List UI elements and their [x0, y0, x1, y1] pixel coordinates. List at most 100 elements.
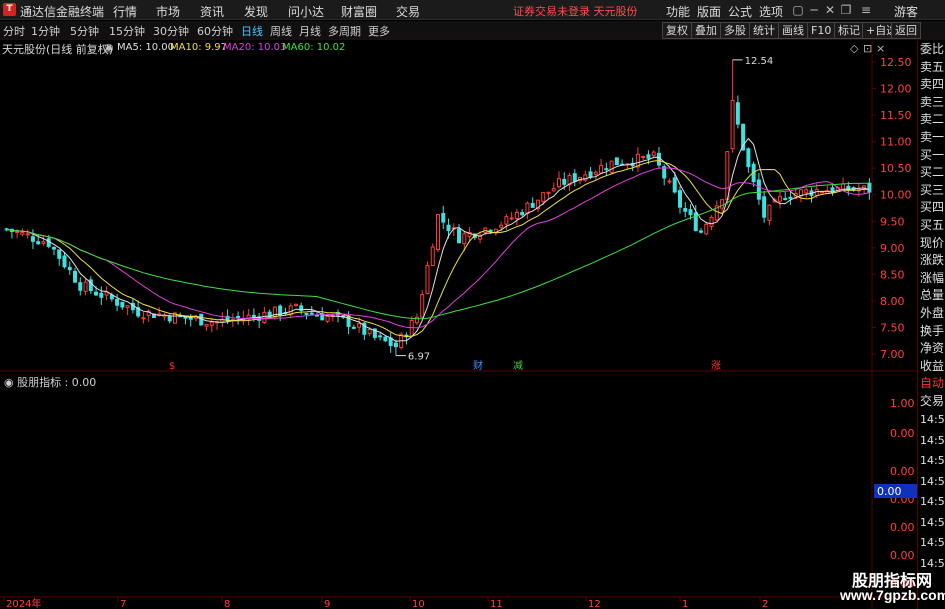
expand-icon[interactable]: ⊡: [863, 42, 872, 55]
candle-body: [204, 323, 209, 327]
app-logo-icon: T: [3, 3, 16, 16]
menu-shichang[interactable]: 市场: [156, 3, 180, 20]
date-tick-label: 9: [324, 599, 330, 609]
date-tick-label: 8: [224, 599, 230, 609]
menu-banmian[interactable]: 版面: [697, 3, 721, 20]
candle-body: [556, 178, 561, 188]
event-marker: 涨: [711, 360, 721, 372]
quote-item: 外盘: [920, 305, 945, 320]
indicator-tick-label: 0.00: [890, 427, 915, 440]
indicator-value: 股朋指标 : 0.00: [17, 376, 97, 389]
auto-label[interactable]: 自动: [918, 375, 945, 393]
diamond-icon[interactable]: ◇: [850, 42, 858, 55]
candle-body: [709, 216, 714, 227]
event-marker: 财: [473, 359, 483, 372]
guest-label[interactable]: 游客: [894, 3, 918, 20]
fuquan-button[interactable]: 复权: [662, 22, 692, 39]
period-more[interactable]: 更多: [368, 23, 390, 39]
indicator-tick-label: 1.00: [890, 397, 915, 410]
period-fenshi[interactable]: 分时: [3, 23, 25, 39]
candle-body: [125, 305, 130, 308]
draw-line-button[interactable]: 画线: [778, 22, 808, 39]
candle-body: [777, 196, 782, 202]
chart-axes: 12.5012.0011.5011.0010.5010.009.509.008.…: [3, 56, 918, 609]
f10-button[interactable]: F10: [807, 22, 836, 39]
period-60min[interactable]: 60分钟: [197, 23, 233, 39]
back-button[interactable]: 返回: [891, 22, 921, 39]
bell-icon[interactable]: ▢: [790, 2, 806, 18]
menu-faxian[interactable]: 发现: [244, 3, 268, 20]
menu-icon[interactable]: ≡: [858, 2, 874, 18]
candle-body: [51, 246, 56, 250]
candle-body: [436, 214, 440, 251]
candle-body: [309, 312, 314, 315]
candle-body: [115, 299, 120, 306]
candle-body: [425, 264, 430, 295]
period-day[interactable]: 日线: [241, 23, 263, 39]
tick-time: 14:56: [920, 536, 945, 550]
candle-body: [378, 335, 383, 338]
menu-hangqing[interactable]: 行情: [113, 3, 137, 20]
ma5-label: MA5: 10.00: [117, 42, 175, 53]
menu-xuanxiang[interactable]: 选项: [759, 3, 783, 20]
menu-gongshi[interactable]: 公式: [728, 3, 752, 20]
ma60-label: MA60: 10.02: [282, 42, 346, 53]
price-tick-label: 9.50: [880, 215, 905, 228]
candle-body: [762, 196, 767, 218]
price-tick-label: 8.50: [880, 268, 905, 281]
candle-body: [120, 301, 125, 308]
menu-jiaoyi[interactable]: 交易: [396, 3, 420, 20]
low-price-label: 6.97: [408, 352, 430, 363]
candle-body: [430, 246, 435, 266]
candle-body: [746, 148, 751, 168]
period-5min[interactable]: 5分钟: [70, 23, 99, 39]
candle-body: [393, 342, 398, 348]
period-30min[interactable]: 30分钟: [153, 23, 189, 39]
minimize-icon[interactable]: ─: [806, 2, 822, 18]
settings-icon[interactable]: ◉: [4, 376, 17, 389]
quote-item: 净资: [920, 341, 945, 356]
candle-body: [499, 224, 504, 228]
quote-item: 买四: [920, 200, 945, 215]
multi-stock-button[interactable]: 多股: [720, 22, 750, 39]
candle-body: [735, 102, 740, 125]
period-15min[interactable]: 15分钟: [109, 23, 145, 39]
trade-label[interactable]: 交易: [918, 393, 945, 411]
candle-body: [730, 99, 735, 150]
period-1min[interactable]: 1分钟: [31, 23, 60, 39]
candle-body: [30, 236, 35, 242]
tick-time: 14:56: [920, 515, 945, 529]
close-icon[interactable]: ✕: [822, 2, 838, 18]
restore-icon[interactable]: ❐: [838, 2, 854, 18]
menu-caifuquan[interactable]: 财富圈: [341, 3, 377, 20]
candle-body: [562, 178, 567, 185]
period-multi[interactable]: 多周期: [328, 23, 361, 39]
candle-body: [62, 255, 67, 268]
date-tick-label: 2: [762, 599, 768, 609]
event-marker: $: [169, 361, 175, 372]
candle-body: [546, 191, 551, 194]
mark-button[interactable]: 标记: [834, 22, 864, 39]
indicator-title: ◉ 股朋指标 : 0.00: [4, 374, 96, 390]
candle-body: [646, 154, 651, 159]
stats-button[interactable]: 统计: [749, 22, 779, 39]
period-week[interactable]: 周线: [270, 23, 292, 39]
menu-wenxiaoda[interactable]: 问小达: [288, 3, 324, 20]
candle-body: [514, 211, 519, 219]
chart-grid: [0, 40, 917, 609]
menu-zixun[interactable]: 资讯: [200, 3, 224, 20]
candle-body: [783, 198, 788, 201]
menu-gongneng[interactable]: 功能: [666, 3, 690, 20]
price-tick-label: 11.50: [880, 109, 912, 122]
settings-icon[interactable]: ◉: [104, 41, 114, 54]
watermark-url: www.7gpzb.com: [840, 587, 945, 603]
close-panel-icon[interactable]: ×: [876, 42, 885, 55]
quote-item: 委比: [920, 42, 945, 56]
candle-body: [94, 291, 99, 296]
candle-body: [509, 217, 514, 220]
kline-chart[interactable]: 12.5012.0011.5011.0010.5010.009.509.008.…: [0, 40, 945, 609]
overlay-button[interactable]: 叠加: [691, 22, 721, 39]
candle-body: [820, 191, 825, 194]
period-month[interactable]: 月线: [299, 23, 321, 39]
quote-item: 涨幅: [920, 270, 945, 285]
